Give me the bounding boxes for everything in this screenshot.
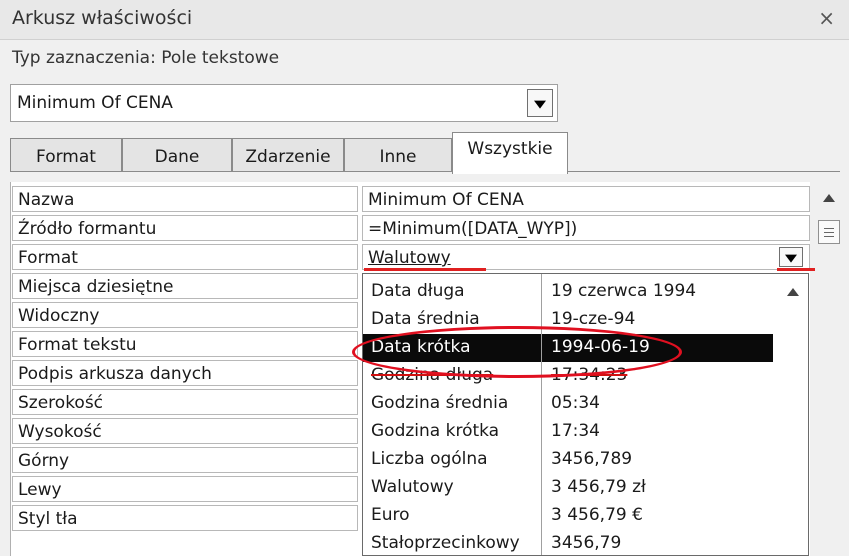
list-item-selected[interactable]: Data krótka 1994-06-19: [363, 334, 773, 362]
property-tabs: Format Dane Zdarzenie Inne Wszystkie: [10, 132, 770, 174]
format-dropdown-list: Data długa 19 czerwca 1994 Data średnia …: [362, 273, 809, 556]
property-name[interactable]: Wysokość: [12, 418, 358, 444]
chevron-down-icon[interactable]: [779, 247, 803, 267]
property-name[interactable]: Podpis arkusza danych: [12, 360, 358, 386]
title-bar: Arkusz właściwości ×: [0, 0, 849, 40]
tab-format[interactable]: Format: [10, 138, 122, 172]
close-icon[interactable]: ×: [818, 6, 835, 30]
selection-type-label: Typ zaznaczenia: Pole tekstowe: [12, 48, 280, 68]
annotation-underline: [777, 268, 819, 271]
list-item[interactable]: Euro 3 456,79 €: [363, 502, 773, 530]
list-item[interactable]: Data średnia 19-cze-94: [363, 306, 773, 334]
property-name[interactable]: Format tekstu: [12, 331, 358, 357]
list-item[interactable]: Walutowy 3 456,79 zł: [363, 474, 773, 502]
list-item[interactable]: Stałoprzecinkowy 3456,79: [363, 530, 773, 555]
tab-dane[interactable]: Dane: [122, 138, 232, 172]
panel-title: Arkusz właściwości: [12, 7, 193, 29]
tabs-divider: [10, 171, 840, 172]
property-name[interactable]: Szerokość: [12, 389, 358, 415]
object-selector-combo[interactable]: Minimum Of CENA: [10, 84, 558, 122]
list-item[interactable]: Godzina długa 17:34:23: [363, 362, 773, 390]
tab-wszystkie[interactable]: Wszystkie: [452, 132, 568, 174]
scroll-up-icon[interactable]: [823, 194, 835, 202]
column-divider: [541, 274, 542, 555]
property-sheet-panel: Arkusz właściwości × Typ zaznaczenia: Po…: [0, 0, 849, 556]
property-name[interactable]: Format: [12, 244, 358, 270]
format-value: Walutowy: [368, 248, 451, 268]
property-name[interactable]: Górny: [12, 447, 358, 473]
scroll-thumb[interactable]: [818, 220, 840, 244]
property-name[interactable]: Źródło formantu: [12, 215, 358, 241]
list-item[interactable]: Data długa 19 czerwca 1994: [363, 278, 773, 306]
property-name[interactable]: Miejsca dziesiętne: [12, 273, 358, 299]
list-item[interactable]: Godzina krótka 17:34: [363, 418, 773, 446]
list-item[interactable]: Liczba ogólna 3456,789: [363, 446, 773, 474]
dropdown-scrollbar[interactable]: [775, 274, 808, 555]
scroll-up-icon[interactable]: [787, 288, 799, 296]
property-name[interactable]: Nazwa: [12, 186, 358, 212]
tab-zdarzenie[interactable]: Zdarzenie: [232, 138, 344, 172]
property-value[interactable]: =Minimum([DATA_WYP]): [362, 215, 810, 241]
property-name[interactable]: Lewy: [12, 476, 358, 502]
property-value[interactable]: Minimum Of CENA: [362, 186, 810, 212]
object-selector-value: Minimum Of CENA: [17, 93, 173, 113]
tab-inne[interactable]: Inne: [344, 138, 452, 172]
property-name[interactable]: Styl tła: [12, 505, 358, 531]
annotation-underline: [364, 268, 486, 271]
list-item[interactable]: Godzina średnia 05:34: [363, 390, 773, 418]
format-value-field[interactable]: Walutowy: [362, 244, 810, 270]
grid-scrollbar[interactable]: [815, 182, 843, 556]
property-name[interactable]: Widoczny: [12, 302, 358, 328]
chevron-down-icon[interactable]: [527, 89, 553, 117]
